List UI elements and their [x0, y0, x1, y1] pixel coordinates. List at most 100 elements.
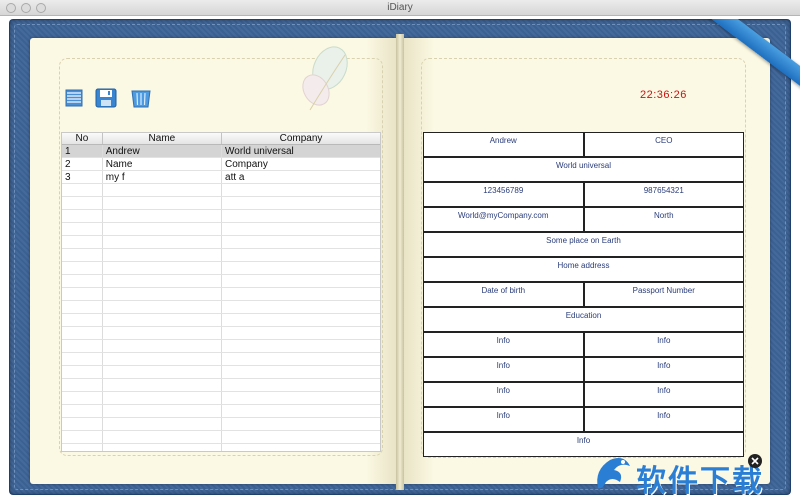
empty-cell	[62, 262, 103, 274]
empty-cell	[62, 184, 103, 196]
save-icon[interactable]	[95, 88, 117, 108]
detail-info-field[interactable]: Info	[583, 332, 744, 357]
empty-cell	[103, 223, 223, 235]
empty-table-row	[62, 418, 380, 431]
ribbon-bookmark	[670, 19, 800, 129]
watermark-text: 软件下载	[636, 464, 764, 499]
empty-table-row	[62, 379, 380, 392]
empty-cell	[103, 340, 223, 352]
empty-table-row	[62, 392, 380, 405]
empty-cell	[62, 392, 103, 404]
empty-table-row	[62, 366, 380, 379]
empty-cell	[222, 353, 380, 365]
dragon-icon	[597, 458, 630, 489]
empty-cell	[103, 301, 223, 313]
empty-cell	[62, 197, 103, 209]
empty-cell	[222, 340, 380, 352]
empty-table-row	[62, 262, 380, 275]
empty-cell	[62, 418, 103, 430]
empty-cell	[103, 249, 223, 261]
empty-cell	[103, 366, 223, 378]
empty-cell	[222, 418, 380, 430]
detail-info-field[interactable]: Info	[583, 407, 744, 432]
empty-cell	[222, 197, 380, 209]
empty-cell	[62, 314, 103, 326]
row-company: Company	[225, 159, 268, 170]
detail-name-field[interactable]: Andrew	[423, 132, 584, 157]
empty-table-row	[62, 444, 380, 451]
column-header-name[interactable]: Name	[103, 133, 222, 144]
detail-education-field[interactable]: Education	[423, 307, 744, 332]
contact-detail-grid: Andrew CEO World universal 123456789 987…	[423, 132, 744, 457]
empty-cell	[62, 327, 103, 339]
table-row[interactable]: 1 Andrew World universal	[62, 145, 380, 158]
empty-cell	[103, 431, 223, 443]
empty-table-row	[62, 405, 380, 418]
empty-table-row	[62, 184, 380, 197]
table-row[interactable]: 3 my f att a	[62, 171, 380, 184]
detail-email-field[interactable]: World@myCompany.com	[423, 207, 584, 232]
trash-icon[interactable]	[130, 88, 152, 108]
detail-info-field[interactable]: Info	[583, 357, 744, 382]
detail-home-address-field[interactable]: Home address	[423, 257, 744, 282]
empty-cell	[103, 327, 223, 339]
empty-cell	[222, 223, 380, 235]
detail-info-field[interactable]: Info	[583, 382, 744, 407]
detail-company-field[interactable]: World universal	[423, 157, 744, 182]
row-name: Name	[103, 158, 223, 170]
empty-cell	[103, 405, 223, 417]
list-icon[interactable]	[63, 88, 85, 108]
empty-cell	[103, 210, 223, 222]
table-row[interactable]: 2 Name Company	[62, 158, 380, 171]
detail-info-field[interactable]: Info	[423, 332, 584, 357]
empty-cell	[222, 431, 380, 443]
empty-cell	[62, 236, 103, 248]
empty-cell	[103, 314, 223, 326]
empty-cell	[62, 353, 103, 365]
detail-info-field[interactable]: Info	[423, 357, 584, 382]
empty-table-row	[62, 288, 380, 301]
column-header-no[interactable]: No	[62, 133, 103, 144]
empty-table-row	[62, 353, 380, 366]
empty-cell	[62, 366, 103, 378]
detail-address-field[interactable]: Some place on Earth	[423, 232, 744, 257]
empty-cell	[62, 444, 103, 451]
detail-region-field[interactable]: North	[583, 207, 744, 232]
detail-title-field[interactable]: CEO	[583, 132, 744, 157]
empty-cell	[103, 184, 223, 196]
row-no: 1	[62, 145, 103, 157]
detail-passport-field[interactable]: Passport Number	[583, 282, 744, 307]
empty-cell	[103, 236, 223, 248]
detail-info-field[interactable]: Info	[423, 407, 584, 432]
detail-dob-field[interactable]: Date of birth	[423, 282, 584, 307]
detail-phone1-field[interactable]: 123456789	[423, 182, 584, 207]
empty-table-row	[62, 223, 380, 236]
empty-cell	[62, 340, 103, 352]
empty-table-row	[62, 275, 380, 288]
empty-cell	[222, 262, 380, 274]
empty-cell	[103, 197, 223, 209]
empty-cell	[103, 392, 223, 404]
watermark-logo: 软件下载	[590, 450, 795, 499]
detail-phone2-field[interactable]: 987654321	[583, 182, 744, 207]
empty-cell	[222, 275, 380, 287]
empty-cell	[103, 288, 223, 300]
detail-info-field[interactable]: Info	[423, 382, 584, 407]
empty-cell	[222, 288, 380, 300]
empty-table-row	[62, 197, 380, 210]
empty-table-row	[62, 340, 380, 353]
empty-cell	[103, 262, 223, 274]
empty-cell	[103, 275, 223, 287]
column-header-company[interactable]: Company	[222, 133, 380, 144]
empty-cell	[222, 444, 380, 451]
empty-rows	[62, 184, 380, 451]
empty-table-row	[62, 431, 380, 444]
empty-cell	[222, 392, 380, 404]
empty-cell	[222, 249, 380, 261]
empty-cell	[62, 249, 103, 261]
empty-cell	[62, 275, 103, 287]
empty-table-row	[62, 249, 380, 262]
empty-cell	[62, 223, 103, 235]
empty-table-row	[62, 301, 380, 314]
empty-table-row	[62, 210, 380, 223]
